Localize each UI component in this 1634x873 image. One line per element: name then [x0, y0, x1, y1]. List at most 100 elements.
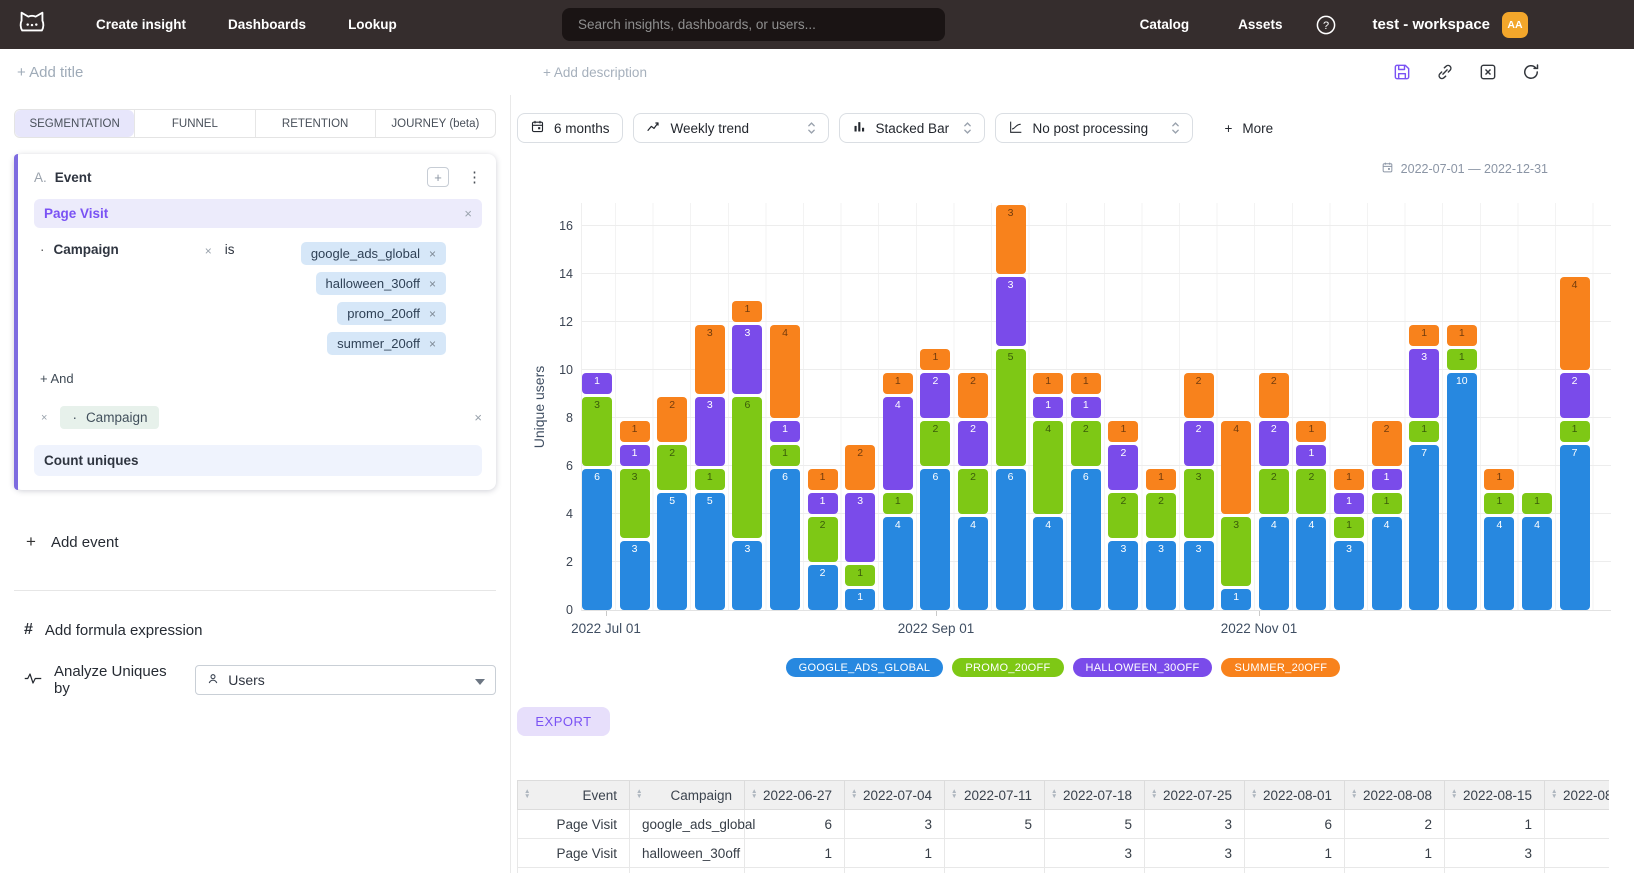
table-header-cell[interactable]: ▲▼Campaign [630, 781, 745, 810]
table-header-cell[interactable]: ▲▼2022-08-15 [1445, 781, 1545, 810]
group-by-property[interactable]: · Campaign [60, 406, 159, 429]
calendar-icon [1381, 161, 1394, 177]
bar-segment: 1 [1447, 349, 1477, 370]
analyze-by-select[interactable]: Users [195, 665, 496, 695]
query-builder-panel: SEGMENTATIONFUNNELRETENTIONJOURNEY (beta… [0, 95, 511, 873]
bar-segment: 3 [1184, 469, 1214, 538]
legend-pill[interactable]: PROMO_20OFF [952, 658, 1063, 677]
bar-segment: 3 [695, 325, 725, 394]
bar-segment: 4 [1033, 421, 1063, 514]
remove-tag-icon[interactable]: × [429, 277, 436, 291]
export-button[interactable]: EXPORT [517, 707, 610, 736]
bar-segment: 3 [582, 397, 612, 466]
table-header-cell[interactable]: ▲▼Event [518, 781, 630, 810]
remove-tag-icon[interactable]: × [429, 337, 436, 351]
clear-groupby-icon[interactable]: × [474, 410, 482, 425]
table-cell: halloween_30off [630, 839, 745, 868]
table-cell: google_ads_global [630, 810, 745, 839]
add-and-filter[interactable]: + And [40, 371, 482, 386]
table-cell: 3 [1145, 810, 1245, 839]
filter-value-tag[interactable]: summer_20off× [327, 332, 446, 355]
legend-pill[interactable]: HALLOWEEN_30OFF [1073, 658, 1213, 677]
bar-segment: 1 [920, 349, 950, 370]
table-header-cell[interactable]: ▲▼2022-07-25 [1145, 781, 1245, 810]
bar-segment: 1 [1221, 589, 1251, 610]
stacked-bar-chart: Unique users 0246810121416 6313311522513… [511, 95, 1634, 873]
remove-event-icon[interactable]: × [464, 206, 472, 221]
remove-tag-icon[interactable]: × [429, 247, 436, 261]
bar-segment: 1 [1484, 469, 1514, 490]
bar-segment: 2 [1259, 421, 1289, 466]
table-header-cell[interactable]: ▲▼2022-08-08 [1345, 781, 1445, 810]
y-tick-label: 4 [543, 507, 573, 521]
save-icon[interactable] [1392, 62, 1412, 82]
add-event-button[interactable]: + Add event [26, 532, 496, 552]
more-button[interactable]: + More [1225, 121, 1274, 136]
bar-segment: 6 [770, 469, 800, 610]
remove-groupby-icon[interactable]: × [41, 412, 47, 424]
analyze-by-value: Users [228, 672, 265, 688]
duplicate-event-icon[interactable]: + [427, 167, 449, 187]
bar-segment: 3 [1409, 349, 1439, 418]
table-header-cell[interactable]: ▲▼2022-07-04 [845, 781, 945, 810]
global-search[interactable] [562, 8, 945, 41]
add-description-field[interactable]: + Add description [543, 65, 647, 80]
bar-segment: 1 [1409, 325, 1439, 346]
bar-segment: 2 [808, 517, 838, 562]
aggregation-select[interactable]: Count uniques [34, 445, 482, 476]
y-tick-label: 2 [543, 555, 573, 569]
bar-segment: 1 [770, 445, 800, 466]
nav-dashboards[interactable]: Dashboards [228, 17, 306, 32]
refresh-icon[interactable] [1521, 62, 1541, 82]
remove-filter-icon[interactable]: × [205, 244, 212, 258]
search-input[interactable] [576, 16, 931, 33]
filter-value-tag[interactable]: halloween_30off× [316, 272, 446, 295]
bar-chart-icon [852, 119, 867, 137]
workspace-name[interactable]: test - workspace [1372, 16, 1490, 33]
date-range-button[interactable]: 6 months [517, 113, 623, 143]
remove-tag-icon[interactable]: × [429, 307, 436, 321]
filter-value-tag[interactable]: google_ads_global× [301, 242, 446, 265]
bar-segment: 7 [1560, 445, 1590, 610]
bar-segment: 2 [920, 373, 950, 418]
filter-value-tag[interactable]: promo_20off× [337, 302, 446, 325]
table-header-cell[interactable]: ▲▼2022-07-11 [945, 781, 1045, 810]
post-processing-select[interactable]: No post processing [995, 113, 1193, 143]
nav-assets[interactable]: Assets [1238, 17, 1282, 32]
help-icon[interactable]: ? [1315, 14, 1337, 36]
kebab-menu-icon[interactable]: ⋮ [467, 168, 482, 186]
legend-pill[interactable]: GOOGLE_ADS_GLOBAL [786, 658, 944, 677]
bar-segment: 3 [1334, 541, 1364, 610]
filter-property[interactable]: · Campaign [40, 242, 119, 257]
table-header-cell[interactable]: ▲▼2022-08-01 [1245, 781, 1345, 810]
app-logo[interactable] [10, 9, 54, 41]
tab-journey-beta-[interactable]: JOURNEY (beta) [375, 110, 495, 137]
chart-type-select[interactable]: Stacked Bar [839, 113, 985, 143]
add-formula-button[interactable]: # Add formula expression [24, 621, 496, 639]
event-select[interactable]: Page Visit × [34, 199, 482, 228]
waveform-icon [24, 672, 42, 689]
table-cell [1545, 839, 1610, 868]
nav-lookup[interactable]: Lookup [348, 17, 397, 32]
tab-segmentation[interactable]: SEGMENTATION [15, 110, 134, 137]
analyze-by-row: Analyze Uniques by Users [24, 663, 496, 697]
clear-close-icon[interactable] [1478, 62, 1498, 82]
y-tick-label: 12 [543, 315, 573, 329]
nav-catalog[interactable]: Catalog [1140, 17, 1190, 32]
bar-segment: 4 [883, 397, 913, 490]
tab-funnel[interactable]: FUNNEL [134, 110, 254, 137]
share-link-icon[interactable] [1435, 62, 1455, 82]
bar-segment: 1 [883, 373, 913, 394]
divider [14, 590, 496, 591]
table-header-cell[interactable]: ▲▼2022-08-22 [1545, 781, 1610, 810]
x-tick-label: 2022 Jul 01 [551, 621, 661, 636]
trend-select[interactable]: Weekly trend [633, 113, 829, 143]
nav-create-insight[interactable]: Create insight [96, 17, 186, 32]
filter-operator[interactable]: is [225, 242, 235, 257]
tab-retention[interactable]: RETENTION [255, 110, 375, 137]
add-title-field[interactable]: + Add title [17, 64, 83, 81]
table-header-cell[interactable]: ▲▼2022-07-18 [1045, 781, 1145, 810]
legend-pill[interactable]: SUMMER_20OFF [1221, 658, 1340, 677]
avatar[interactable]: AA [1502, 12, 1528, 38]
table-header-cell[interactable]: ▲▼2022-06-27 [745, 781, 845, 810]
